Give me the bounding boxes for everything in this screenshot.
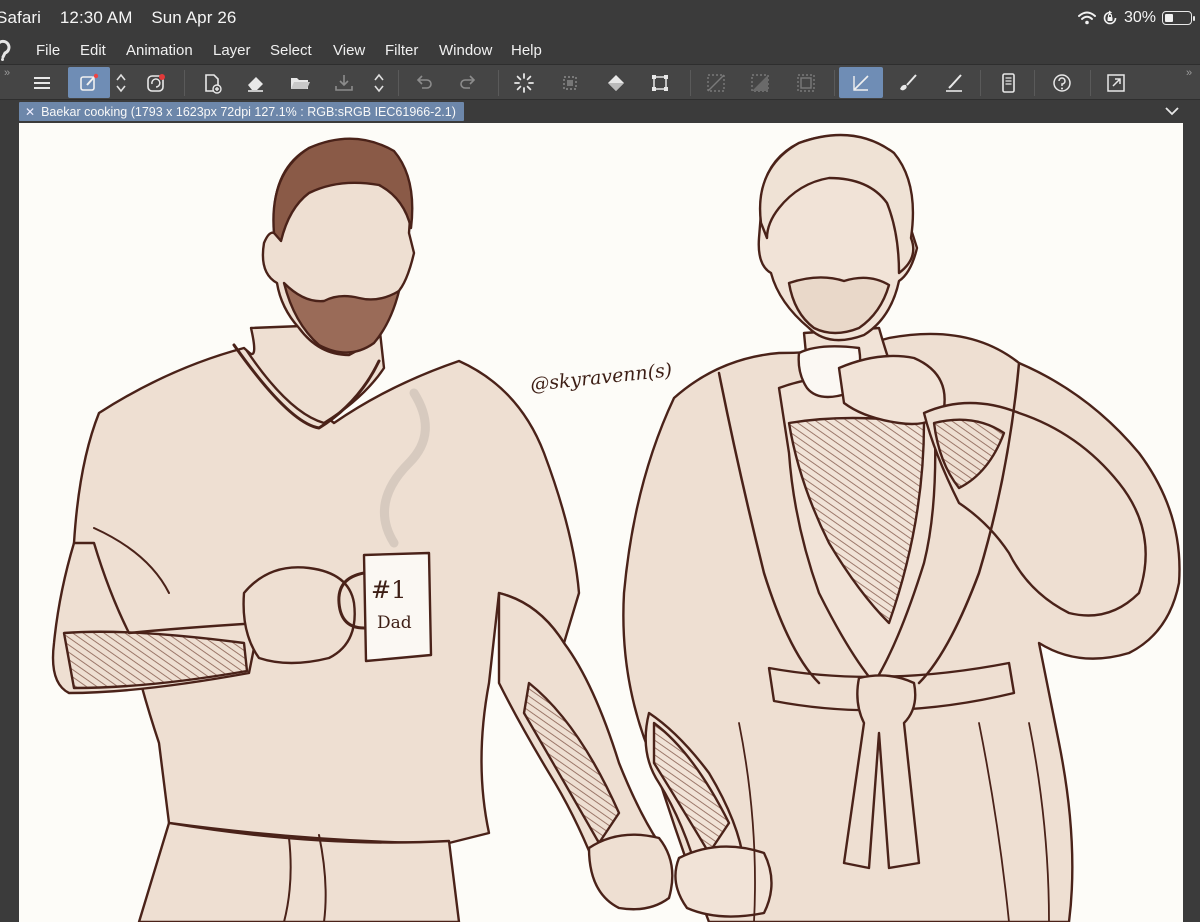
- left-figure-hand: [242, 566, 356, 665]
- status-right: 30%: [1077, 8, 1195, 28]
- eraser-icon[interactable]: [238, 67, 274, 98]
- mug-text-number: #1: [371, 576, 406, 604]
- time: 12:30 AM: [59, 8, 133, 27]
- collapse-left-icon[interactable]: »: [4, 67, 10, 79]
- status-left: Safari 12:30 AM Sun Apr 26: [0, 8, 250, 28]
- orientation-lock-icon: [1103, 10, 1117, 25]
- battery-icon: [1162, 11, 1195, 25]
- menu-select[interactable]: Select: [270, 42, 312, 59]
- status-bar: Safari 12:30 AM Sun Apr 26 30%: [0, 0, 1200, 36]
- loading-icon[interactable]: [506, 67, 542, 98]
- stepper-icon[interactable]: [108, 67, 134, 98]
- mug-body: [362, 551, 433, 663]
- document-tab-strip: ✕ Baekar cooking (1793 x 1623px 72dpi 12…: [0, 100, 1200, 123]
- menu-file[interactable]: File: [36, 42, 60, 59]
- menu-layer[interactable]: Layer: [213, 42, 251, 59]
- new-layer-icon[interactable]: [194, 67, 230, 98]
- collapse-right-icon[interactable]: »: [1186, 67, 1192, 79]
- menu-window[interactable]: Window: [439, 42, 492, 59]
- help-icon[interactable]: [1044, 67, 1080, 98]
- transform-icon[interactable]: [642, 67, 678, 98]
- left-figure-fist: [587, 833, 674, 911]
- selection-icon[interactable]: [552, 67, 588, 98]
- undo-icon[interactable]: [406, 67, 442, 98]
- chevron-down-icon[interactable]: [1164, 103, 1180, 119]
- hamburger-menu-icon[interactable]: [24, 67, 60, 98]
- command-bar: » »: [0, 64, 1200, 100]
- ruler-snap-icon[interactable]: [839, 67, 883, 98]
- redo-icon[interactable]: [450, 67, 486, 98]
- left-gutter: [0, 123, 19, 922]
- artist-signature: @skyravenn(s): [529, 359, 673, 396]
- app-logo-icon[interactable]: [0, 39, 12, 61]
- document-tab[interactable]: ✕ Baekar cooking (1793 x 1623px 72dpi 12…: [19, 102, 464, 121]
- brush-icon[interactable]: [890, 67, 926, 98]
- pen-icon[interactable]: [936, 67, 972, 98]
- menu-edit[interactable]: Edit: [80, 42, 106, 59]
- battery-level: [1165, 14, 1173, 22]
- document-title: Baekar cooking (1793 x 1623px 72dpi 127.…: [41, 104, 456, 119]
- date: Sun Apr 26: [151, 8, 237, 27]
- snap-grid-icon[interactable]: [742, 67, 778, 98]
- snap-frame-icon[interactable]: [788, 67, 824, 98]
- mug-text-label: Dad: [377, 613, 412, 633]
- snap-off-icon[interactable]: [698, 67, 734, 98]
- right-gutter: [1183, 123, 1200, 922]
- menu-help[interactable]: Help: [511, 42, 542, 59]
- fill-icon[interactable]: [598, 67, 634, 98]
- close-icon[interactable]: ✕: [25, 105, 35, 119]
- open-file-icon[interactable]: [282, 67, 318, 98]
- drawing-canvas[interactable]: #1 Dad @skyravenn(s): [19, 123, 1183, 922]
- menu-bar: File Edit Animation Layer Select View Fi…: [0, 36, 1200, 64]
- stepper-icon[interactable]: [366, 67, 392, 98]
- quick-access-icon[interactable]: [68, 67, 110, 98]
- save-icon[interactable]: [326, 67, 362, 98]
- wifi-icon: [1077, 11, 1096, 25]
- menu-animation[interactable]: Animation: [126, 42, 193, 59]
- artwork: #1 Dad @skyravenn(s): [51, 133, 1181, 922]
- sync-icon[interactable]: [138, 67, 174, 98]
- device-icon[interactable]: [990, 67, 1026, 98]
- battery-percent: 30%: [1123, 9, 1156, 26]
- menu-view[interactable]: View: [333, 42, 365, 59]
- app-name: Safari: [0, 8, 42, 27]
- right-figure-fist: [674, 845, 773, 918]
- expand-icon[interactable]: [1098, 67, 1134, 98]
- menu-filter[interactable]: Filter: [385, 42, 418, 59]
